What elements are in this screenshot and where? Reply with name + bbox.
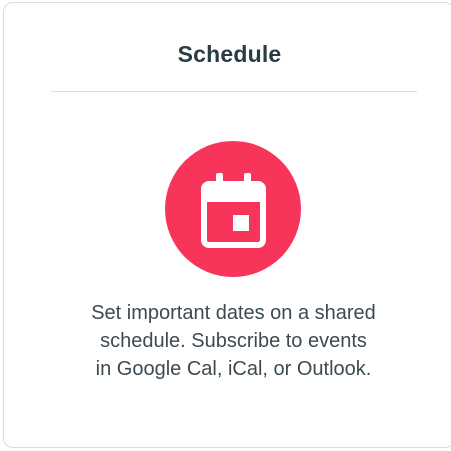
description-line: Set important dates on a shared: [91, 302, 376, 324]
title-divider: [51, 91, 417, 92]
description-line: in Google Cal, iCal, or Outlook.: [95, 358, 372, 380]
card-title: Schedule: [177, 41, 282, 67]
calendar-icon: [201, 173, 266, 248]
schedule-icon-badge: [165, 141, 301, 277]
description-line: schedule. Subscribe to events: [100, 330, 367, 352]
schedule-card[interactable]: Schedule Set important dates on a shared…: [3, 2, 451, 448]
card-description: Set important dates on a shared schedule…: [4, 299, 451, 383]
